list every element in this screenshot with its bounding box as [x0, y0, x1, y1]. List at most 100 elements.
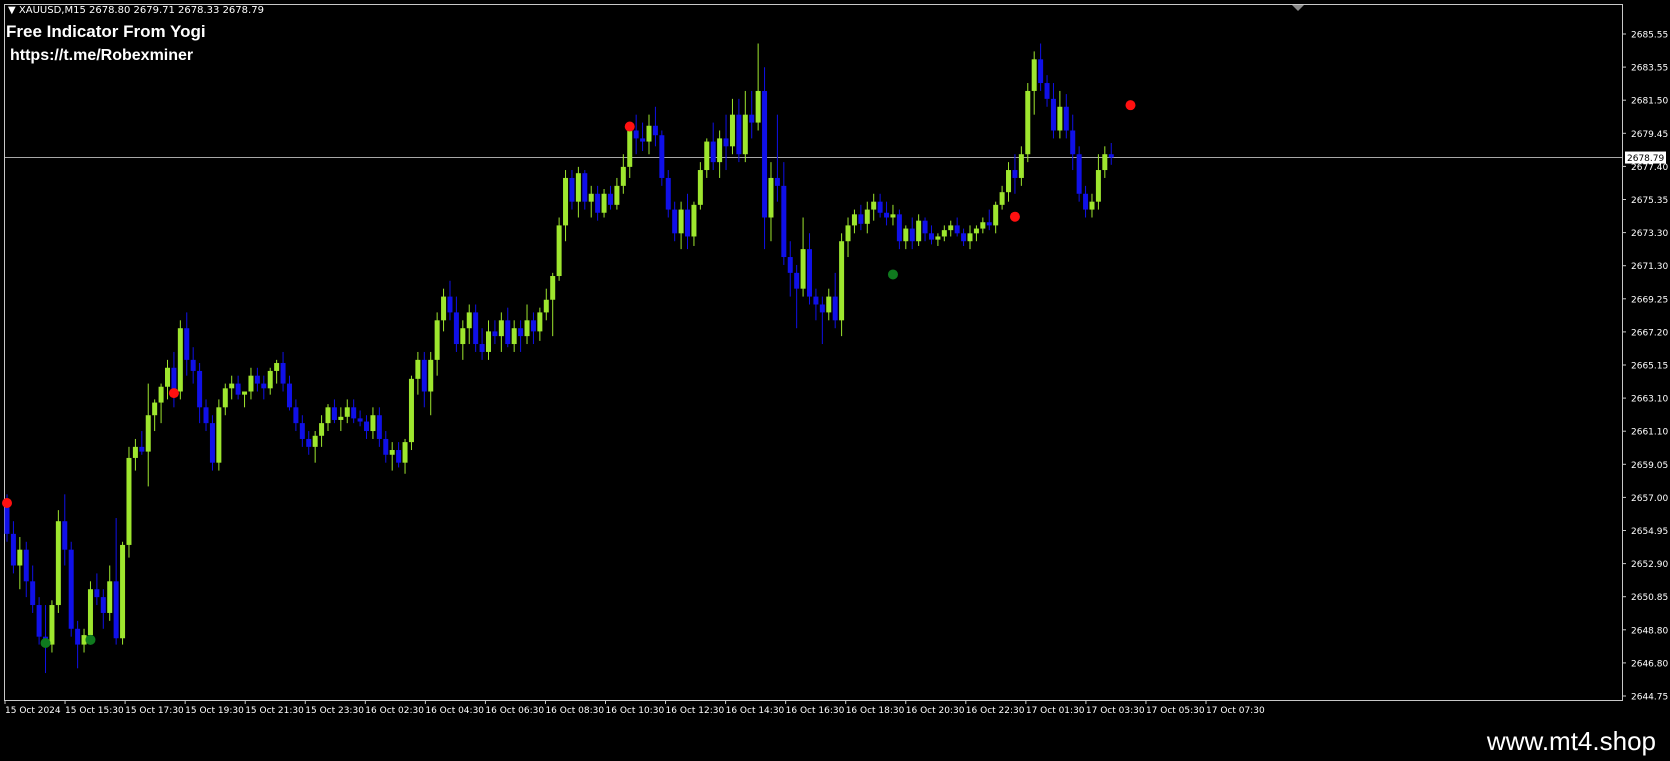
candle-body	[537, 312, 543, 332]
candle-body	[903, 228, 909, 242]
candle-body	[1076, 154, 1082, 194]
x-tick-label: 16 Oct 08:30	[545, 706, 604, 716]
candle-body	[511, 328, 517, 345]
candle-body	[909, 228, 915, 242]
x-tick-label: 16 Oct 16:30	[786, 706, 845, 716]
candle-body	[152, 402, 158, 416]
candle-body	[248, 375, 254, 392]
candle-body	[408, 378, 414, 443]
symbol-line: XAUUSD,M15 2678.80 2679.71 2678.33 2678.…	[18, 5, 264, 16]
candle-body	[1025, 90, 1031, 155]
sell-signal-dot	[2, 498, 12, 509]
x-tick-label: 16 Oct 04:30	[425, 706, 484, 716]
symbol-header: ▼ XAUUSD,M15 2678.80 2679.71 2678.33 267…	[8, 5, 264, 16]
price-chart[interactable]: 2685.55 2683.55 2681.50 2679.45 2677.40 2675.…	[0, 0, 1670, 761]
candle-body	[55, 521, 61, 606]
candle-body	[505, 320, 511, 345]
candle-body	[877, 201, 883, 213]
candle-body	[768, 177, 774, 218]
candle-body	[871, 201, 877, 210]
candle-body	[627, 130, 633, 167]
y-tick-label: 2646.80	[1631, 659, 1668, 669]
candle-body	[563, 177, 569, 226]
header-dropdown-icon[interactable]: ▼	[8, 5, 16, 16]
x-tick-label: 17 Oct 01:30	[1026, 706, 1085, 716]
candle-body	[325, 407, 331, 424]
candle	[1025, 83, 1031, 163]
buy-signal-dot	[40, 638, 51, 649]
candle-body	[697, 170, 703, 205]
indicator-link[interactable]: https://t.me/Robexminer	[10, 47, 193, 65]
y-tick-label: 2659.05	[1631, 461, 1668, 471]
candle-body	[344, 407, 350, 417]
candle-body	[672, 209, 678, 234]
candle-body	[614, 185, 620, 205]
candle-body	[794, 272, 800, 289]
candle-body	[685, 209, 691, 237]
candle-body	[274, 363, 280, 371]
candle-body	[1057, 106, 1063, 131]
candle-body	[922, 220, 928, 234]
y-tick-label: 2663.10	[1631, 395, 1668, 405]
candle-body	[4, 505, 10, 534]
y-tick-label: 2673.30	[1631, 229, 1668, 239]
candle-body	[299, 423, 305, 439]
candle-body	[370, 415, 376, 432]
candle-body	[691, 204, 697, 237]
buy-signal-dot	[85, 634, 96, 645]
brand-watermark: www.mt4.shop	[1486, 726, 1656, 756]
candle-body	[87, 589, 93, 636]
y-tick-label: 2665.15	[1631, 362, 1668, 372]
candle-body	[280, 363, 286, 384]
candle-body	[1089, 201, 1095, 210]
candle-body	[1102, 154, 1108, 171]
candle-body	[357, 418, 363, 422]
candle-body	[68, 549, 74, 629]
candle-body	[107, 581, 113, 613]
candle-body	[184, 328, 190, 360]
candle	[68, 541, 74, 637]
candle-body	[742, 114, 748, 155]
indicator-title: Free Indicator From Yogi	[6, 22, 206, 41]
candle-body	[556, 225, 562, 277]
x-tick-label: 16 Oct 10:30	[606, 706, 665, 716]
x-tick-label: 16 Oct 06:30	[485, 706, 544, 716]
candle-body	[588, 193, 594, 202]
candle-body	[659, 135, 665, 178]
candle-body	[1083, 193, 1089, 210]
candle-body	[1012, 170, 1018, 178]
candle-body	[807, 249, 812, 297]
candle-body	[113, 581, 119, 639]
candle-body	[890, 214, 896, 218]
candle	[55, 510, 61, 613]
candle	[408, 375, 414, 451]
candle-body	[421, 359, 427, 392]
candle-body	[524, 320, 530, 337]
candle-body	[466, 312, 472, 329]
candle-body	[453, 312, 459, 345]
candle-body	[216, 407, 222, 463]
x-tick-label: 15 Oct 23:30	[305, 706, 364, 716]
candle-body	[312, 435, 318, 447]
candle-body	[145, 415, 151, 452]
candle-body	[441, 296, 447, 321]
candle-body	[49, 605, 55, 645]
candle-body	[203, 407, 209, 424]
candle-body	[826, 296, 832, 313]
x-tick-label: 16 Oct 20:30	[906, 706, 965, 716]
candle-body	[171, 367, 177, 392]
x-tick-label: 15 Oct 2024	[5, 706, 61, 716]
x-tick-label: 15 Oct 21:30	[245, 706, 304, 716]
candle-body	[819, 304, 825, 313]
candle-body	[1018, 154, 1024, 178]
sell-signal-dot	[168, 388, 179, 399]
candle-body	[447, 296, 453, 313]
candle-body	[601, 193, 607, 213]
candle-body	[800, 249, 806, 289]
candle-body	[1063, 106, 1069, 131]
candle-body	[640, 138, 646, 142]
sell-signal-dot	[624, 121, 635, 132]
candle-body	[999, 192, 1005, 205]
candle-body	[396, 450, 402, 463]
candle-body	[1038, 59, 1044, 84]
